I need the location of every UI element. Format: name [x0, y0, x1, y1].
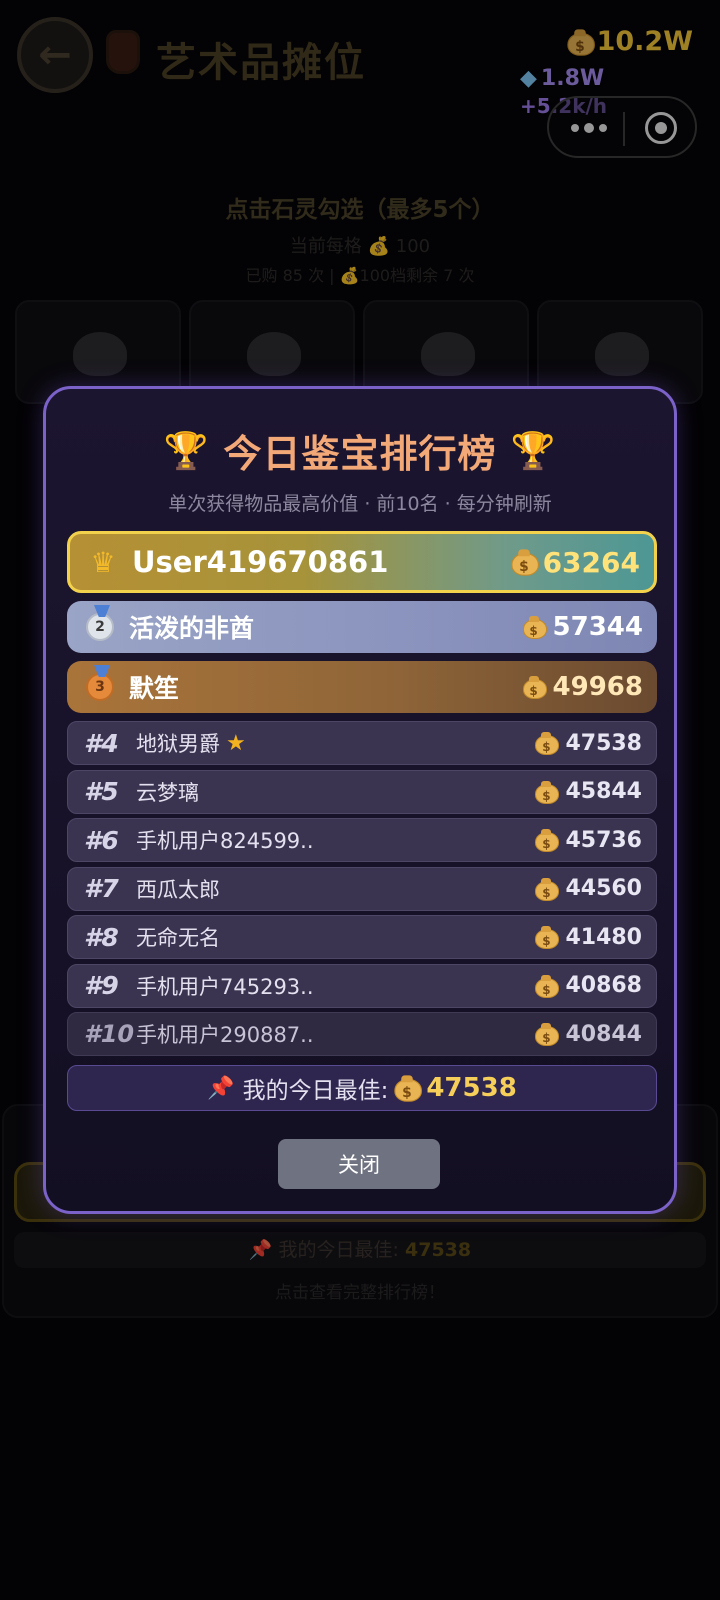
player-score: 49968 [522, 672, 643, 702]
rank-number: #10 [84, 1020, 135, 1048]
my-best-label: 我的今日最佳: [242, 1078, 389, 1104]
leaderboard-row-7: #7 西瓜太郎 44560 [67, 866, 657, 911]
leaderboard-row-8: #8 无命无名 41480 [67, 915, 657, 959]
leaderboard-list: ♛ User419670861 63264 2 活泼的非酋 57344 3 默笙… [67, 531, 657, 1061]
leaderboard-row-5: #5 云梦璃 45844 [67, 769, 657, 814]
score-value: 44560 [565, 876, 642, 901]
score-value: 40844 [565, 1021, 642, 1047]
score-value: 47538 [565, 730, 642, 756]
my-best-box: 📌 我的今日最佳: 47538 [67, 1065, 657, 1111]
player-name: 地狱男爵 ★ [136, 728, 535, 758]
player-score: 40844 [535, 1022, 642, 1047]
trophy-icon: 🏆 [510, 430, 557, 472]
silver-medal-icon: 2 [83, 610, 117, 644]
money-bag-icon [535, 780, 560, 804]
player-score: 57344 [522, 612, 643, 642]
modal-subtitle: 单次获得物品最高价值 · 前10名 · 每分钟刷新 [168, 493, 552, 515]
modal-title-bar: 🏆 今日鉴宝排行榜 🏆 [46, 423, 674, 478]
star-icon: ★ [226, 730, 246, 756]
player-score: 63264 [510, 545, 640, 579]
trophy-icon: 🏆 [163, 430, 210, 472]
score-value: 41480 [565, 924, 642, 950]
leaderboard-row-4: #4 地狱男爵 ★ 47538 [67, 721, 657, 765]
money-bag-icon [394, 1074, 423, 1102]
player-score: 41480 [535, 925, 642, 950]
modal-title: 今日鉴宝排行榜 [223, 432, 497, 476]
player-score: 45844 [535, 779, 642, 804]
my-best-value: 47538 [426, 1073, 517, 1103]
leaderboard-row-3: 3 默笙 49968 [67, 661, 657, 713]
leaderboard-row-6: #6 手机用户824599.. 45736 [67, 818, 657, 862]
rank-number: #8 [84, 922, 119, 952]
money-bag-icon [535, 974, 560, 998]
money-bag-icon [522, 615, 547, 639]
score-value: 45844 [565, 779, 642, 804]
money-bag-icon [535, 1022, 560, 1046]
player-name: 手机用户290887.. [136, 1023, 314, 1047]
score-value: 49968 [552, 672, 643, 702]
player-score: 47538 [535, 731, 642, 756]
player-name: 手机用户824599.. [136, 829, 314, 853]
player-name: 默笙 [129, 674, 180, 703]
leaderboard-modal: 🏆 今日鉴宝排行榜 🏆 单次获得物品最高价值 · 前10名 · 每分钟刷新 ♛ … [43, 386, 677, 1214]
score-value: 45736 [565, 827, 642, 853]
rank-number: #7 [84, 874, 119, 903]
player-score: 45736 [535, 828, 642, 853]
leaderboard-row-9: #9 手机用户745293.. 40868 [67, 963, 657, 1008]
rank-number: #5 [84, 777, 119, 806]
score-value: 57344 [552, 612, 643, 642]
player-name: 西瓜太郎 [136, 877, 220, 902]
money-bag-icon [535, 925, 560, 949]
rank-number: #9 [84, 971, 119, 1000]
leaderboard-row-1: ♛ User419670861 63264 [67, 531, 657, 593]
leaderboard-row-2: 2 活泼的非酋 57344 [67, 601, 657, 653]
rank-number: #6 [84, 825, 119, 855]
player-name: 活泼的非酋 [129, 614, 255, 643]
money-bag-icon [535, 877, 560, 901]
crown-icon: ♛ [90, 545, 116, 579]
rank-number: #4 [84, 728, 119, 758]
close-button[interactable]: 关闭 [278, 1139, 440, 1189]
pin-icon: 📌 [207, 1075, 235, 1101]
score-value: 63264 [542, 545, 640, 579]
player-name-text: 地狱男爵 [136, 732, 220, 756]
money-bag-icon [522, 675, 547, 699]
money-bag-icon [510, 548, 539, 576]
money-bag-icon [535, 828, 560, 852]
player-score: 44560 [535, 876, 642, 901]
player-name: User419670861 [132, 545, 389, 579]
player-score: 40868 [535, 973, 642, 998]
bronze-medal-icon: 3 [83, 670, 117, 704]
money-bag-icon [535, 731, 560, 755]
player-name: 手机用户745293.. [136, 974, 314, 999]
leaderboard-row-10: #10 手机用户290887.. 40844 [67, 1012, 657, 1056]
score-value: 40868 [565, 973, 642, 998]
player-name: 无命无名 [136, 926, 220, 950]
player-name: 云梦璃 [136, 780, 199, 805]
